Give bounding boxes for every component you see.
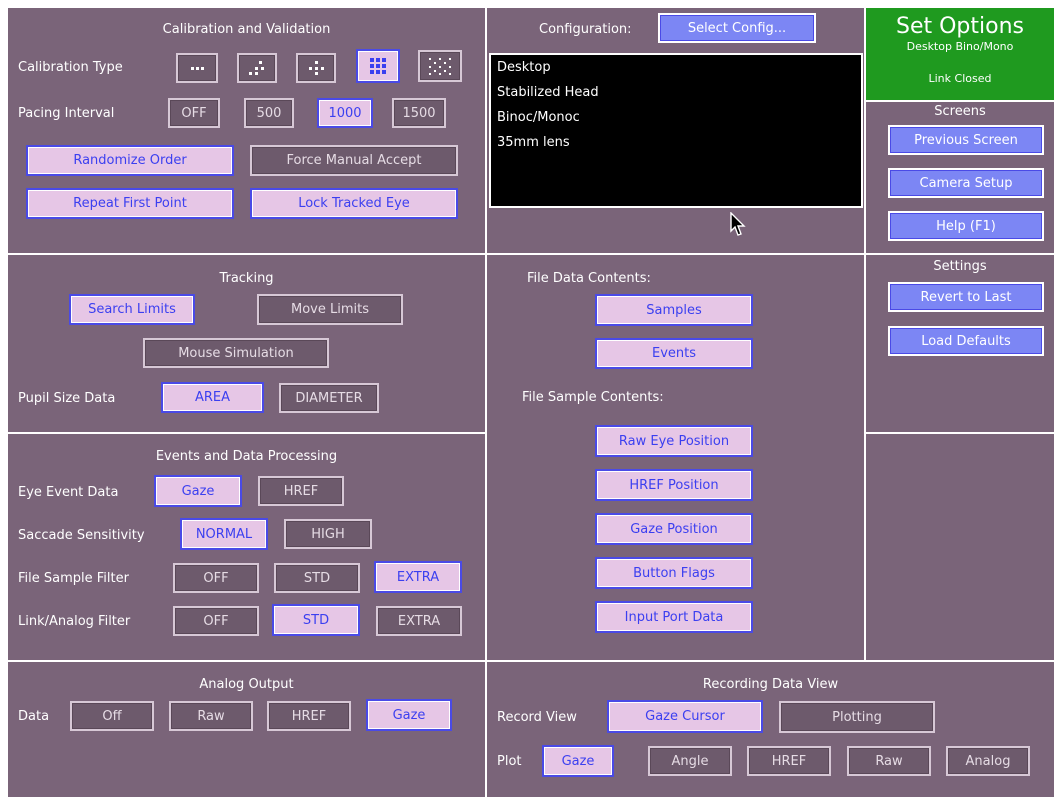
five-point-diagonal-icon (249, 61, 264, 75)
screens-panel: Screens Previous Screen Camera Setup Hel… (866, 102, 1054, 253)
lock-tracked-eye-button[interactable]: Lock Tracked Eye (250, 188, 458, 219)
revert-to-last-button[interactable]: Revert to Last (888, 282, 1044, 312)
pupil-diameter-button[interactable]: DIAMETER (279, 383, 379, 413)
record-view-label: Record View (497, 710, 577, 725)
file-sample-filter-label: File Sample Filter (18, 571, 129, 586)
analog-output-title: Analog Output (199, 677, 294, 692)
analog-raw-button[interactable]: Raw (169, 701, 253, 731)
link-filter-std-button[interactable]: STD (272, 604, 360, 636)
link-filter-extra-button[interactable]: EXTRA (376, 606, 462, 636)
gaze-cursor-button[interactable]: Gaze Cursor (607, 700, 763, 733)
file-sample-title: File Sample Contents: (522, 390, 664, 405)
eye-event-href-button[interactable]: HREF (258, 476, 344, 506)
calibration-type-label: Calibration Type (18, 60, 123, 75)
pacing-500-button[interactable]: 500 (244, 98, 294, 128)
calibration-type-9point-button[interactable] (356, 49, 400, 83)
tracking-title: Tracking (219, 271, 274, 286)
three-point-icon (190, 66, 204, 70)
input-port-data-button[interactable]: Input Port Data (595, 601, 753, 633)
load-defaults-button[interactable]: Load Defaults (888, 326, 1044, 356)
file-filter-std-button[interactable]: STD (274, 563, 360, 593)
calibration-panel: Calibration and Validation Calibration T… (8, 8, 485, 253)
empty-panel (866, 434, 1054, 660)
screens-title: Screens (934, 104, 986, 119)
file-filter-off-button[interactable]: OFF (173, 563, 259, 593)
mouse-pointer-icon (730, 212, 746, 236)
file-data-panel: File Data Contents: Samples Events File … (487, 255, 864, 660)
events-panel: Events and Data Processing Eye Event Dat… (8, 434, 485, 660)
plot-raw-button[interactable]: Raw (847, 746, 931, 776)
link-status: Link Closed (928, 72, 992, 85)
settings-title: Settings (933, 259, 987, 274)
pacing-interval-label: Pacing Interval (18, 106, 115, 121)
analog-gaze-button[interactable]: Gaze (366, 699, 452, 731)
plot-href-button[interactable]: HREF (747, 746, 831, 776)
analog-off-button[interactable]: Off (70, 701, 154, 731)
config-subtitle: Desktop Bino/Mono (906, 40, 1014, 53)
five-point-cross-icon (309, 61, 324, 75)
button-flags-button[interactable]: Button Flags (595, 557, 753, 589)
settings-panel: Settings Revert to Last Load Defaults (866, 255, 1054, 432)
recording-view-title: Recording Data View (702, 677, 839, 692)
set-options-header: Set Options Desktop Bino/Mono Link Close… (866, 8, 1054, 100)
raw-eye-position-button[interactable]: Raw Eye Position (595, 425, 753, 457)
thirteen-point-icon (429, 58, 451, 75)
pupil-size-label: Pupil Size Data (18, 391, 116, 406)
previous-screen-button[interactable]: Previous Screen (888, 125, 1044, 155)
randomize-order-button[interactable]: Randomize Order (26, 145, 234, 176)
config-item-35mm-lens[interactable]: 35mm lens (497, 132, 855, 157)
calibration-title: Calibration and Validation (162, 22, 331, 37)
select-config-button[interactable]: Select Config... (658, 13, 816, 43)
eye-event-gaze-button[interactable]: Gaze (154, 475, 242, 507)
plotting-button[interactable]: Plotting (779, 701, 935, 733)
nine-point-icon (370, 58, 386, 74)
events-button[interactable]: Events (595, 338, 753, 369)
eye-event-data-label: Eye Event Data (18, 485, 119, 500)
samples-button[interactable]: Samples (595, 294, 753, 326)
gaze-position-button[interactable]: Gaze Position (595, 513, 753, 545)
move-limits-button[interactable]: Move Limits (257, 294, 403, 325)
tracking-panel: Tracking Search Limits Move Limits Mouse… (8, 255, 485, 432)
pacing-off-button[interactable]: OFF (168, 98, 220, 128)
plot-gaze-button[interactable]: Gaze (542, 745, 614, 777)
mouse-simulation-button[interactable]: Mouse Simulation (143, 338, 329, 368)
camera-setup-button[interactable]: Camera Setup (888, 168, 1044, 198)
config-item-stabilized-head[interactable]: Stabilized Head (497, 82, 855, 107)
pacing-1500-button[interactable]: 1500 (392, 98, 446, 128)
calibration-type-13point-button[interactable] (418, 50, 462, 82)
repeat-first-point-button[interactable]: Repeat First Point (26, 188, 234, 219)
plot-angle-button[interactable]: Angle (648, 746, 732, 776)
events-title: Events and Data Processing (155, 449, 338, 464)
pacing-1000-button[interactable]: 1000 (317, 98, 373, 128)
calibration-type-5point-cross-button[interactable] (296, 53, 336, 83)
link-analog-filter-label: Link/Analog Filter (18, 614, 131, 629)
recording-view-panel: Recording Data View Record View Gaze Cur… (487, 662, 1054, 797)
plot-label: Plot (497, 754, 522, 769)
search-limits-button[interactable]: Search Limits (69, 294, 195, 325)
config-item-desktop[interactable]: Desktop (497, 57, 855, 82)
calibration-type-3point-button[interactable] (176, 53, 218, 83)
plot-analog-button[interactable]: Analog (946, 746, 1030, 776)
calibration-type-5point-diagonal-button[interactable] (237, 53, 277, 83)
file-data-title: File Data Contents: (527, 271, 651, 286)
saccade-sensitivity-label: Saccade Sensitivity (18, 528, 145, 543)
saccade-normal-button[interactable]: NORMAL (180, 518, 268, 550)
link-filter-off-button[interactable]: OFF (173, 606, 259, 636)
configuration-panel: Configuration: Select Config... Desktop … (487, 8, 864, 253)
analog-output-panel: Analog Output Data Off Raw HREF Gaze (8, 662, 485, 797)
href-position-button[interactable]: HREF Position (595, 469, 753, 501)
pupil-area-button[interactable]: AREA (161, 382, 264, 413)
analog-href-button[interactable]: HREF (267, 701, 351, 731)
page-title: Set Options (895, 14, 1024, 39)
configuration-list[interactable]: Desktop Stabilized Head Binoc/Monoc 35mm… (489, 53, 863, 208)
saccade-high-button[interactable]: HIGH (284, 519, 372, 549)
config-item-binoc-monoc[interactable]: Binoc/Monoc (497, 107, 855, 132)
force-manual-accept-button[interactable]: Force Manual Accept (250, 145, 458, 176)
analog-data-label: Data (18, 709, 50, 724)
help-button[interactable]: Help (F1) (888, 211, 1044, 241)
file-filter-extra-button[interactable]: EXTRA (374, 561, 462, 593)
configuration-label: Configuration: (539, 22, 632, 37)
